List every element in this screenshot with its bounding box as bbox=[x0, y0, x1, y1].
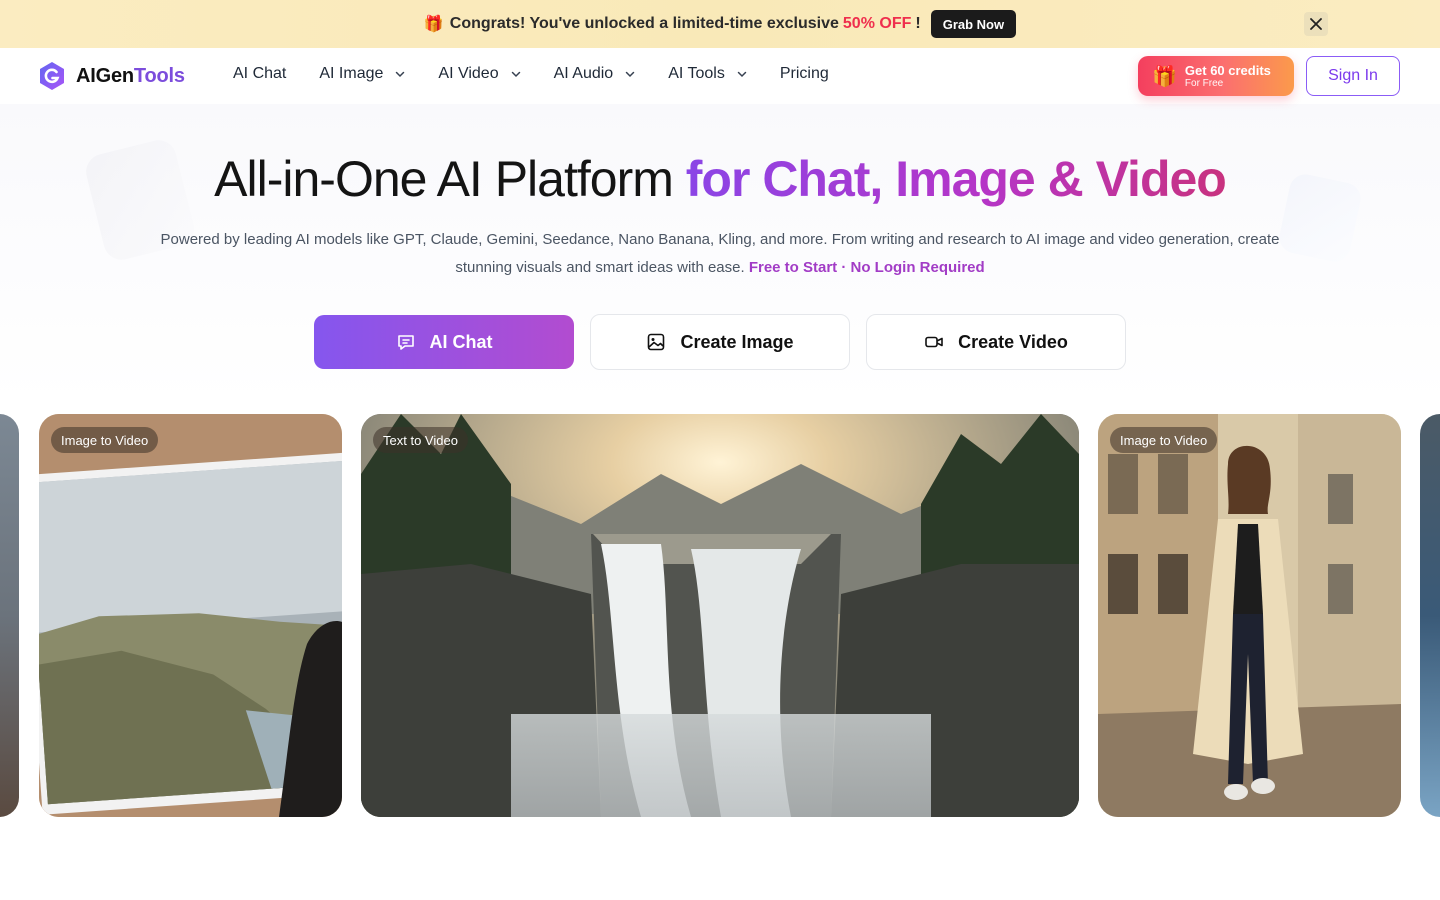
nav-ai-tools[interactable]: AI Tools bbox=[668, 65, 747, 83]
card-badge: Image to Video bbox=[1110, 427, 1218, 453]
sign-in-button[interactable]: Sign In bbox=[1306, 56, 1400, 96]
nav-ai-image[interactable]: AI Image bbox=[319, 65, 405, 83]
promo-text-prefix: Congrats! You've unlocked a limited-time… bbox=[449, 15, 839, 32]
create-video-button[interactable]: Create Video bbox=[866, 314, 1126, 370]
close-icon bbox=[1310, 18, 1322, 30]
hero-subtitle: Powered by leading AI models like GPT, C… bbox=[160, 231, 1280, 276]
credits-sub-label: For Free bbox=[1184, 77, 1224, 89]
promo-discount: 50% OFF bbox=[842, 15, 912, 32]
card-badge: Image to Video bbox=[51, 427, 159, 453]
chevron-down-icon bbox=[625, 71, 635, 78]
nav-pricing[interactable]: Pricing bbox=[780, 65, 829, 83]
gallery-card-partial-left[interactable] bbox=[0, 414, 19, 817]
gift-icon: 🎁 bbox=[423, 16, 444, 33]
gallery-card-coastal-video[interactable]: Image to Video bbox=[39, 414, 342, 817]
create-image-button[interactable]: Create Image bbox=[590, 314, 850, 370]
card-badge: Text to Video bbox=[373, 427, 468, 453]
site-logo[interactable]: AIGenTools bbox=[38, 61, 185, 91]
promo-message: 🎁 Congrats! You've unlocked a limited-ti… bbox=[424, 14, 921, 34]
image-icon bbox=[648, 333, 665, 351]
hero-title-gradient: for Chat, Image & Video bbox=[685, 151, 1227, 207]
promo-suffix: ! bbox=[915, 15, 921, 32]
waterfall-image bbox=[361, 414, 1079, 817]
get-credits-button[interactable]: 🎁 Get 60 credits For Free bbox=[1138, 56, 1294, 96]
gallery-card-waterfall-video[interactable]: Text to Video bbox=[361, 414, 1079, 817]
chevron-down-icon bbox=[737, 71, 747, 78]
logo-text: AIGenTools bbox=[76, 64, 185, 87]
nav-ai-chat[interactable]: AI Chat bbox=[233, 65, 286, 83]
main-menu: AI Chat AI Image AI Video AI Audio AI To… bbox=[233, 65, 862, 83]
promo-close-button[interactable] bbox=[1304, 12, 1328, 36]
grab-now-button[interactable]: Grab Now bbox=[930, 10, 1017, 38]
hero-title: All-in-One AI Platform for Chat, Image &… bbox=[0, 150, 1440, 208]
ai-chat-button[interactable]: AI Chat bbox=[314, 315, 574, 369]
gallery-card-woman-walking-video[interactable]: Image to Video bbox=[1098, 414, 1401, 817]
gallery-card-partial-right[interactable] bbox=[1420, 414, 1440, 817]
coastal-cliff-image bbox=[39, 414, 342, 817]
hero-title-plain: All-in-One AI Platform bbox=[214, 151, 674, 207]
video-camera-icon bbox=[925, 336, 943, 348]
chevron-down-icon bbox=[511, 71, 520, 78]
top-navbar: AIGenTools AI Chat AI Image AI Video AI … bbox=[0, 48, 1440, 104]
woman-walking-image bbox=[1098, 414, 1401, 817]
credits-main-label: Get 60 credits bbox=[1184, 62, 1271, 78]
nav-ai-video[interactable]: AI Video bbox=[438, 65, 520, 83]
gift-icon: 🎁 bbox=[1152, 65, 1177, 88]
chevron-down-icon bbox=[396, 71, 405, 78]
hero-subtitle-highlight: Free to Start · No Login Required bbox=[748, 259, 985, 276]
promo-banner: 🎁 Congrats! You've unlocked a limited-ti… bbox=[0, 0, 1440, 48]
chat-icon bbox=[397, 335, 414, 350]
nav-ai-audio[interactable]: AI Audio bbox=[554, 65, 636, 83]
logo-icon bbox=[40, 62, 64, 90]
